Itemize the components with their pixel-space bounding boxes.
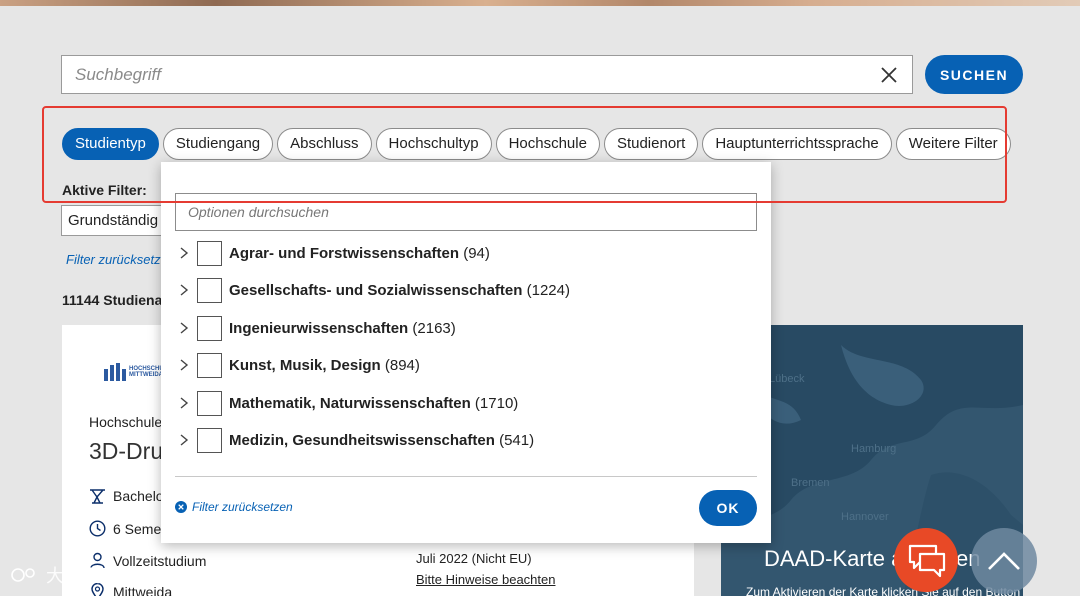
chip-studienort[interactable]: Studienort [603, 128, 699, 160]
option-row[interactable]: Medizin, Gesundheitswissenschaften (541) [179, 427, 534, 453]
watermark-logo-icon [11, 568, 35, 582]
dropdown-divider [175, 476, 757, 477]
option-label[interactable]: Mathematik, Naturwissenschaften (1710) [229, 395, 518, 412]
chevron-right-icon[interactable] [179, 433, 189, 447]
watermark-text: 大数据文摘 [46, 566, 136, 587]
option-checkbox[interactable] [197, 315, 222, 341]
chip-hochschule[interactable]: Hochschule [495, 128, 600, 160]
option-row[interactable]: Ingenieurwissenschaften (2163) [179, 315, 456, 341]
notes-link[interactable]: Bitte Hinweise beachten [416, 572, 555, 587]
clock-icon [89, 520, 106, 537]
chat-icon [908, 544, 946, 578]
clear-icon[interactable] [880, 66, 898, 84]
chevron-up-icon [988, 552, 1020, 570]
logo-mark-icon [104, 363, 126, 381]
chevron-right-icon[interactable] [179, 358, 189, 372]
scroll-to-top-button[interactable] [971, 528, 1037, 594]
map-label-bremen: Bremen [791, 477, 830, 489]
option-checkbox[interactable] [197, 277, 222, 303]
chip-studientyp[interactable]: Studientyp [62, 128, 159, 160]
active-filter-tag[interactable]: Grundständig [61, 205, 171, 236]
meta-degree: Bachelor [89, 488, 168, 504]
meta-degree-label: Bachelor [113, 488, 169, 504]
results-count: 11144 Studienangebote [62, 292, 172, 308]
studientyp-dropdown: Agrar- und Forstwissenschaften (94) Gese… [161, 162, 771, 543]
chip-studiengang[interactable]: Studiengang [162, 128, 274, 160]
option-label[interactable]: Ingenieurwissenschaften (2163) [229, 320, 456, 337]
map-label-1: Lübeck [769, 373, 805, 385]
option-label[interactable]: Kunst, Musik, Design (894) [229, 357, 420, 374]
chip-abschluss[interactable]: Abschluss [277, 128, 372, 160]
chevron-right-icon[interactable] [179, 396, 189, 410]
ok-button[interactable]: OK [699, 490, 757, 526]
chip-hochschultyp[interactable]: Hochschultyp [375, 128, 492, 160]
option-label[interactable]: Medizin, Gesundheitswissenschaften (541) [229, 432, 534, 449]
chevron-right-icon[interactable] [179, 283, 189, 297]
map-label-hannover: Hannover [841, 511, 889, 523]
reset-filters-label: Filter zurücksetzen [66, 251, 172, 267]
active-filters-label: Aktive Filter: [62, 182, 147, 198]
chevron-right-icon[interactable] [179, 321, 189, 335]
search-input[interactable] [62, 56, 862, 93]
deadline-text: Juli 2022 (Nicht EU) [416, 551, 532, 566]
option-checkbox[interactable] [197, 352, 222, 378]
options-search-input[interactable] [176, 194, 756, 230]
option-row[interactable]: Gesellschafts- und Sozialwissenschaften … [179, 277, 570, 303]
option-checkbox[interactable] [197, 427, 222, 453]
chip-weitere-filter[interactable]: Weitere Filter [895, 128, 1011, 160]
chip-hauptunterrichtssprache[interactable]: Hauptunterrichtssprache [702, 128, 892, 160]
chat-button[interactable] [894, 528, 958, 592]
option-row[interactable]: Mathematik, Naturwissenschaften (1710) [179, 390, 518, 416]
option-label[interactable]: Agrar- und Forstwissenschaften (94) [229, 245, 490, 262]
option-checkbox[interactable] [197, 390, 222, 416]
options-search-box [175, 193, 757, 231]
map-label-hamburg: Hamburg [851, 443, 897, 455]
reset-filters-link[interactable]: Filter zurücksetzen [62, 251, 172, 267]
filter-chip-bar: Studientyp Studiengang Abschluss Hochsch… [62, 128, 1011, 160]
search-box [61, 55, 913, 94]
watermark: 大数据文摘 [10, 562, 136, 588]
close-circle-icon [175, 501, 187, 513]
option-label[interactable]: Gesellschafts- und Sozialwissenschaften … [229, 282, 570, 299]
chevron-right-icon[interactable] [179, 246, 189, 260]
dropdown-reset-link[interactable]: Filter zurücksetzen [175, 500, 293, 514]
search-button[interactable]: SUCHEN [925, 55, 1023, 94]
header-image-strip [0, 0, 1080, 6]
option-checkbox[interactable] [197, 240, 222, 266]
dropdown-reset-label: Filter zurücksetzen [192, 500, 293, 514]
option-row[interactable]: Kunst, Musik, Design (894) [179, 352, 420, 378]
option-row[interactable]: Agrar- und Forstwissenschaften (94) [179, 240, 490, 266]
degree-icon [90, 489, 105, 504]
